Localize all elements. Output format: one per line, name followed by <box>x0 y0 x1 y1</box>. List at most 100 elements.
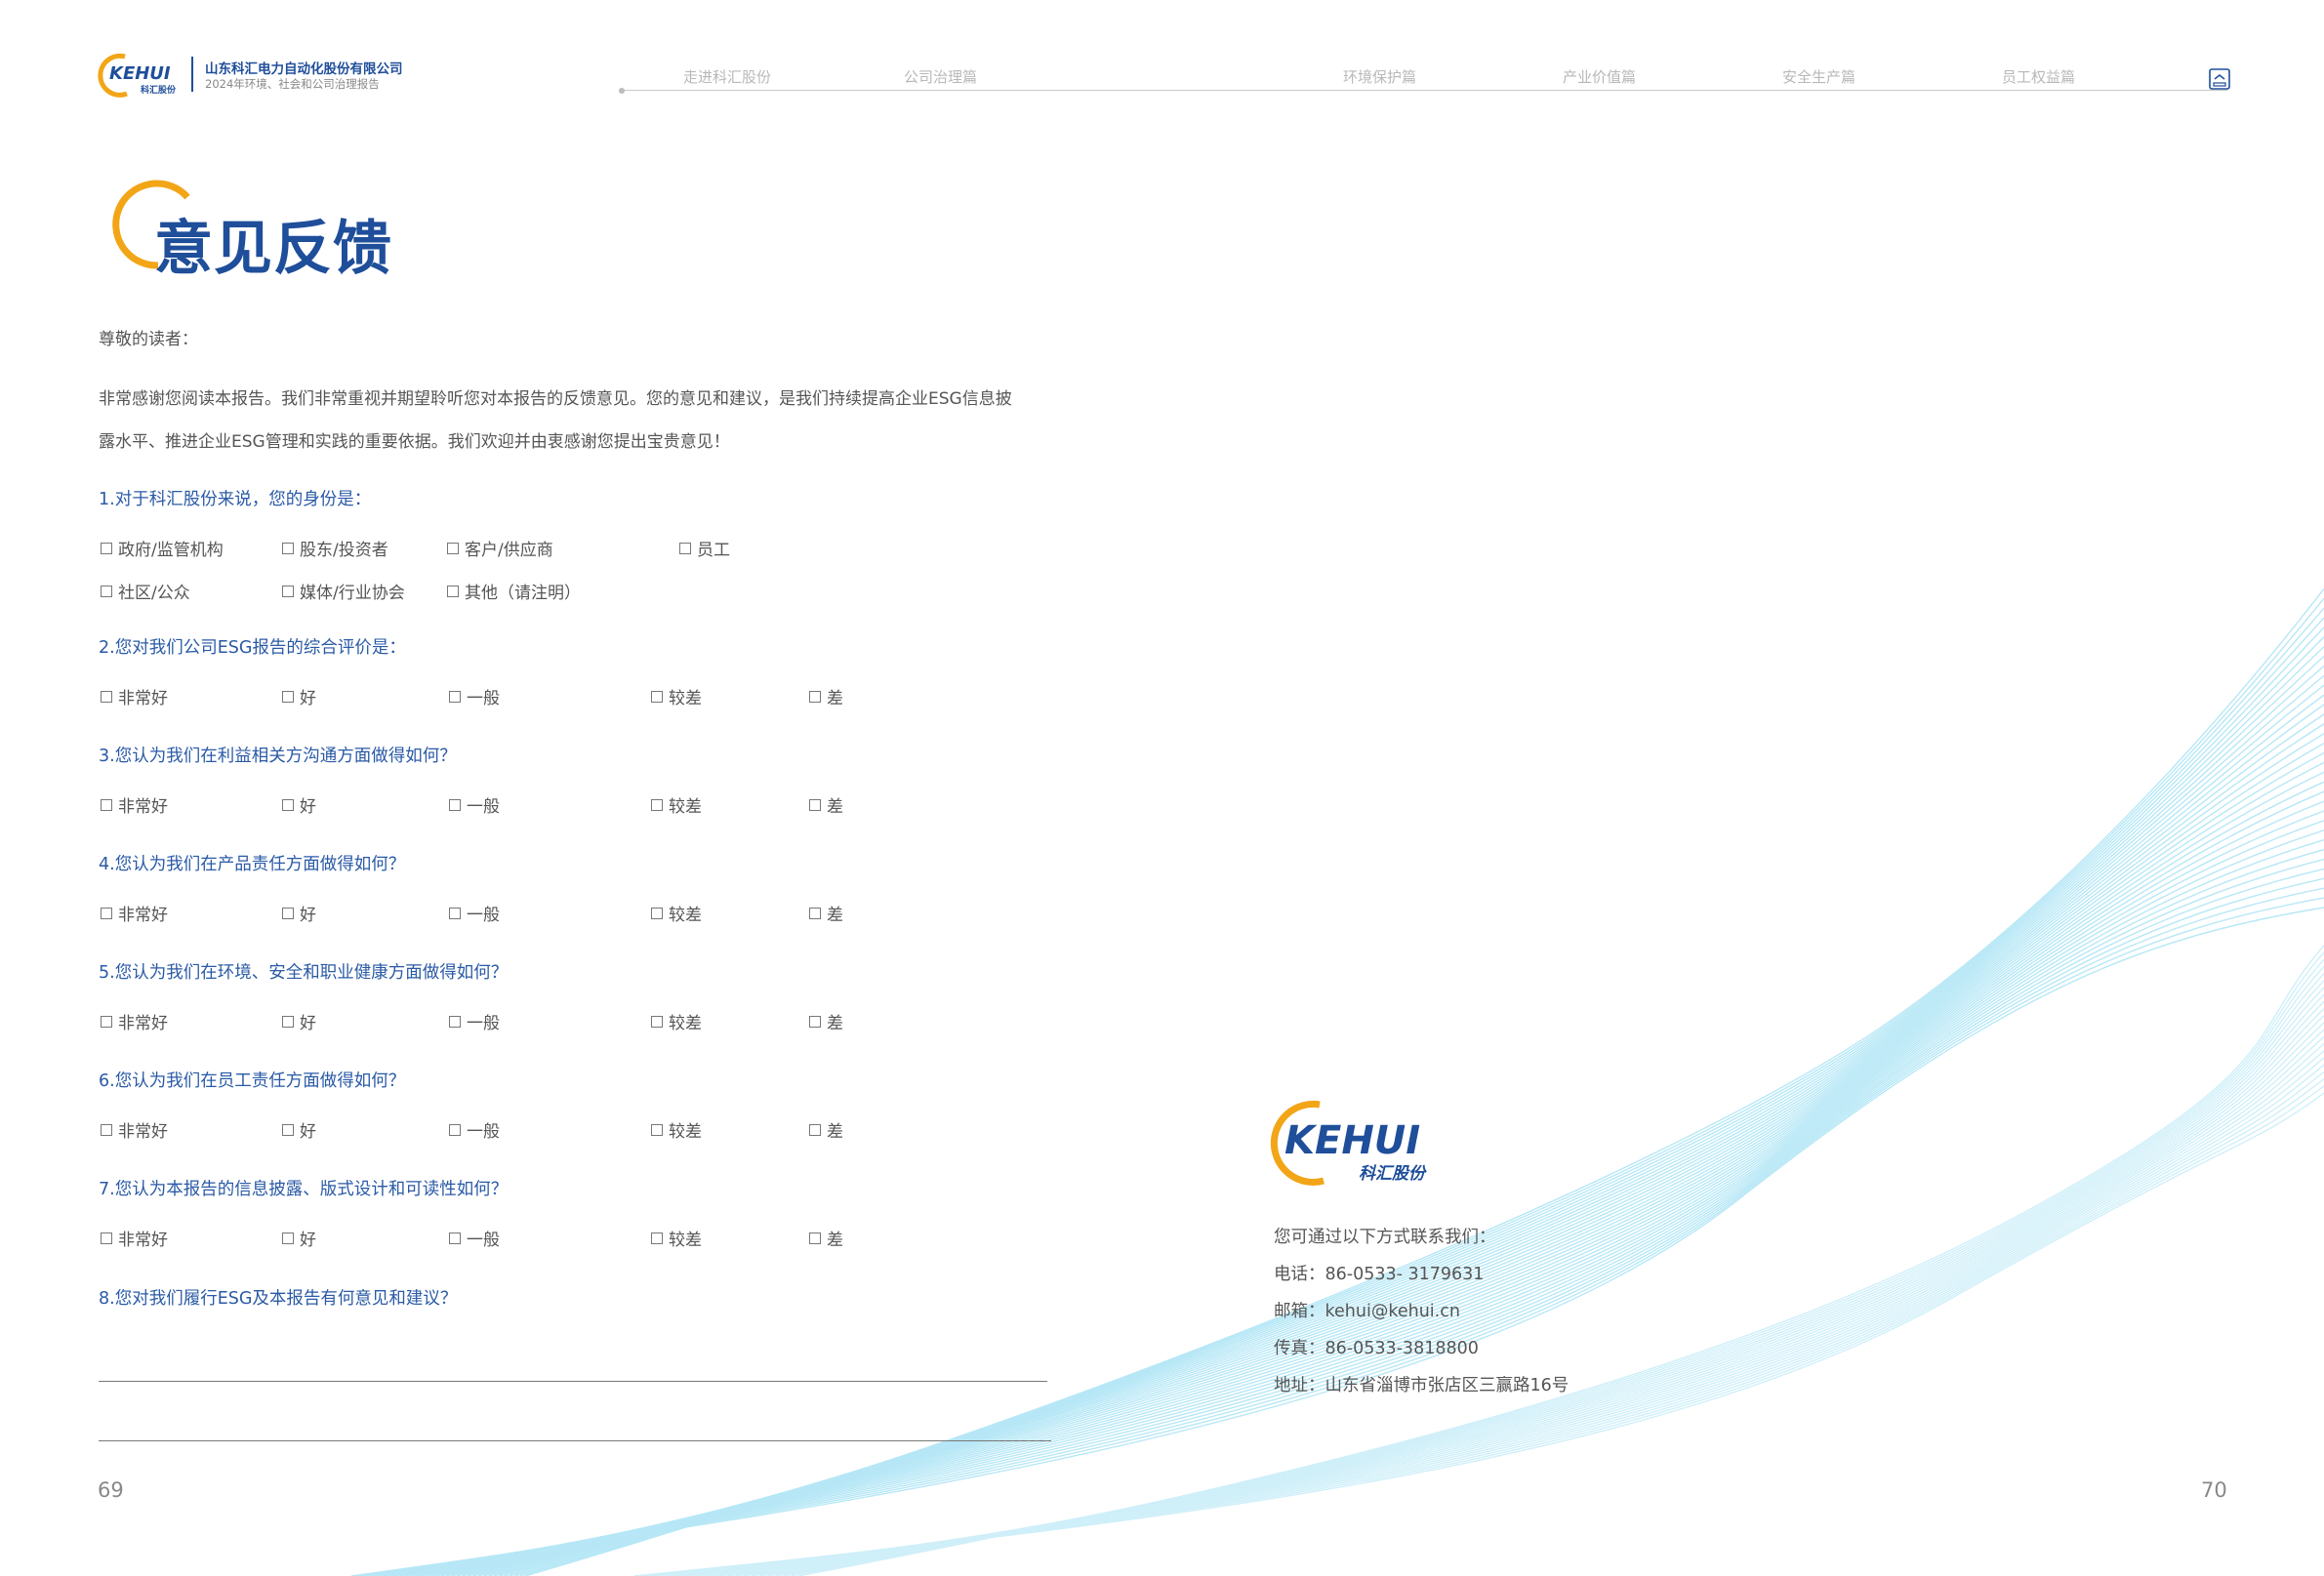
checkbox-q7-average[interactable]: 一般 <box>449 1226 500 1250</box>
checkbox-icon <box>101 690 112 703</box>
checkbox-q3-good[interactable]: 好 <box>282 792 316 817</box>
kehui-logo-large: KEHUI 科汇股份 <box>1270 1100 1427 1186</box>
checkbox-icon <box>809 1123 821 1136</box>
page-title: 意见反馈 <box>154 215 392 283</box>
checkbox-q7-very-good[interactable]: 非常好 <box>101 1226 168 1250</box>
nav-item-governance[interactable]: 公司治理篇 <box>904 66 977 87</box>
nav-item-employee[interactable]: 员工权益篇 <box>2002 66 2075 87</box>
checkbox-icon <box>449 1123 461 1136</box>
report-subtitle: 2024年环境、社会和公司治理报告 <box>205 77 380 91</box>
checkbox-q2-poor[interactable]: 较差 <box>651 684 702 708</box>
checkbox-media[interactable]: 媒体/行业协会 <box>282 579 405 603</box>
checkbox-icon <box>651 1015 663 1028</box>
svg-text:科汇股份: 科汇股份 <box>141 84 177 96</box>
nav-item-intro[interactable]: 走进科汇股份 <box>683 66 771 87</box>
checkbox-q7-good[interactable]: 好 <box>282 1226 316 1250</box>
checkbox-q4-bad[interactable]: 差 <box>809 901 843 925</box>
question-4: 4.您认为我们在产品责任方面做得如何？ <box>99 855 406 874</box>
checkbox-q2-very-good[interactable]: 非常好 <box>101 684 168 708</box>
checkbox-shareholder[interactable]: 股东/投资者 <box>282 536 388 560</box>
checkbox-icon <box>651 798 663 811</box>
nav-item-environment[interactable]: 环境保护篇 <box>1343 66 1416 87</box>
checkbox-q6-very-good[interactable]: 非常好 <box>101 1117 168 1142</box>
checkbox-q4-very-good[interactable]: 非常好 <box>101 901 168 925</box>
checkbox-icon <box>651 1232 663 1244</box>
checkbox-q4-good[interactable]: 好 <box>282 901 316 925</box>
checkbox-icon <box>101 542 112 554</box>
checkbox-icon <box>101 1015 112 1028</box>
checkbox-icon <box>809 798 821 811</box>
checkbox-icon <box>449 1015 461 1028</box>
question-8: 8.您对我们履行ESG及本报告有何意见和建议？ <box>99 1289 458 1309</box>
checkbox-q4-poor[interactable]: 较差 <box>651 901 702 925</box>
checkbox-community[interactable]: 社区/公众 <box>101 579 190 603</box>
nav-rule <box>621 90 2227 91</box>
company-name: 山东科汇电力自动化股份有限公司 <box>205 61 403 77</box>
checkbox-icon <box>282 907 294 919</box>
checkbox-q6-bad[interactable]: 差 <box>809 1117 843 1142</box>
checkbox-q2-good[interactable]: 好 <box>282 684 316 708</box>
question-6: 6.您认为我们在员工责任方面做得如何？ <box>99 1071 406 1091</box>
page-number-left: 69 <box>98 1478 124 1502</box>
checkbox-other[interactable]: 其他（请注明） <box>447 579 581 603</box>
checkbox-icon <box>449 690 461 703</box>
header-divider <box>191 57 193 92</box>
kehui-logo: KEHUI 科汇股份 <box>98 53 177 98</box>
checkbox-q5-good[interactable]: 好 <box>282 1009 316 1033</box>
nav-item-industry[interactable]: 产业价值篇 <box>1563 66 1636 87</box>
checkbox-q5-bad[interactable]: 差 <box>809 1009 843 1033</box>
svg-text:KEHUI: KEHUI <box>1284 1118 1420 1163</box>
checkbox-icon <box>679 542 691 554</box>
answer-line-1[interactable] <box>99 1381 1047 1382</box>
question-7: 7.您认为本报告的信息披露、版式设计和可读性如何？ <box>99 1180 509 1199</box>
checkbox-q3-bad[interactable]: 差 <box>809 792 843 817</box>
checkbox-icon <box>447 542 459 554</box>
page-number-right: 70 <box>2201 1478 2227 1502</box>
checkbox-icon <box>449 798 461 811</box>
checkbox-icon <box>101 1123 112 1136</box>
checkbox-icon <box>651 907 663 919</box>
contact-address: 地址：山东省淄博市张店区三赢路16号 <box>1274 1376 1570 1395</box>
checkbox-icon <box>101 585 112 597</box>
checkbox-q6-average[interactable]: 一般 <box>449 1117 500 1142</box>
checkbox-icon <box>282 798 294 811</box>
checkbox-q4-average[interactable]: 一般 <box>449 901 500 925</box>
intro-line-1: 非常感谢您阅读本报告。我们非常重视并期望聆听您对本报告的反馈意见。您的意见和建议… <box>99 389 1012 409</box>
checkbox-icon <box>809 1015 821 1028</box>
checkbox-icon <box>449 907 461 919</box>
answer-line-2[interactable] <box>99 1440 1051 1441</box>
checkbox-icon <box>809 907 821 919</box>
checkbox-icon <box>101 907 112 919</box>
checkbox-icon <box>282 1015 294 1028</box>
checkbox-employee[interactable]: 员工 <box>679 536 730 560</box>
checkbox-icon <box>449 1232 461 1244</box>
home-icon[interactable] <box>2209 68 2230 90</box>
checkbox-q7-poor[interactable]: 较差 <box>651 1226 702 1250</box>
contact-email[interactable]: 邮箱：kehui@kehui.cn <box>1274 1298 1460 1322</box>
question-3: 3.您认为我们在利益相关方沟通方面做得如何？ <box>99 747 457 766</box>
checkbox-q2-bad[interactable]: 差 <box>809 684 843 708</box>
intro-line-2: 露水平、推进企业ESG管理和实践的重要依据。我们欢迎并由衷感谢您提出宝贵意见！ <box>99 432 730 452</box>
checkbox-government[interactable]: 政府/监管机构 <box>101 536 224 560</box>
svg-text:KEHUI: KEHUI <box>109 63 171 84</box>
checkbox-q2-average[interactable]: 一般 <box>449 684 500 708</box>
nav-item-safety[interactable]: 安全生产篇 <box>1782 66 1855 87</box>
checkbox-q5-average[interactable]: 一般 <box>449 1009 500 1033</box>
checkbox-icon <box>282 1232 294 1244</box>
checkbox-icon <box>101 1232 112 1244</box>
checkbox-q7-bad[interactable]: 差 <box>809 1226 843 1250</box>
checkbox-q3-very-good[interactable]: 非常好 <box>101 792 168 817</box>
contact-phone: 电话：86-0533- 3179631 <box>1274 1265 1485 1284</box>
question-2: 2.您对我们公司ESG报告的综合评价是： <box>99 638 406 658</box>
checkbox-q5-very-good[interactable]: 非常好 <box>101 1009 168 1033</box>
checkbox-icon <box>282 585 294 597</box>
checkbox-q6-good[interactable]: 好 <box>282 1117 316 1142</box>
checkbox-customer[interactable]: 客户/供应商 <box>447 536 553 560</box>
checkbox-icon <box>282 690 294 703</box>
checkbox-q5-poor[interactable]: 较差 <box>651 1009 702 1033</box>
checkbox-q6-poor[interactable]: 较差 <box>651 1117 702 1142</box>
checkbox-icon <box>282 542 294 554</box>
checkbox-icon <box>282 1123 294 1136</box>
checkbox-q3-average[interactable]: 一般 <box>449 792 500 817</box>
checkbox-q3-poor[interactable]: 较差 <box>651 792 702 817</box>
